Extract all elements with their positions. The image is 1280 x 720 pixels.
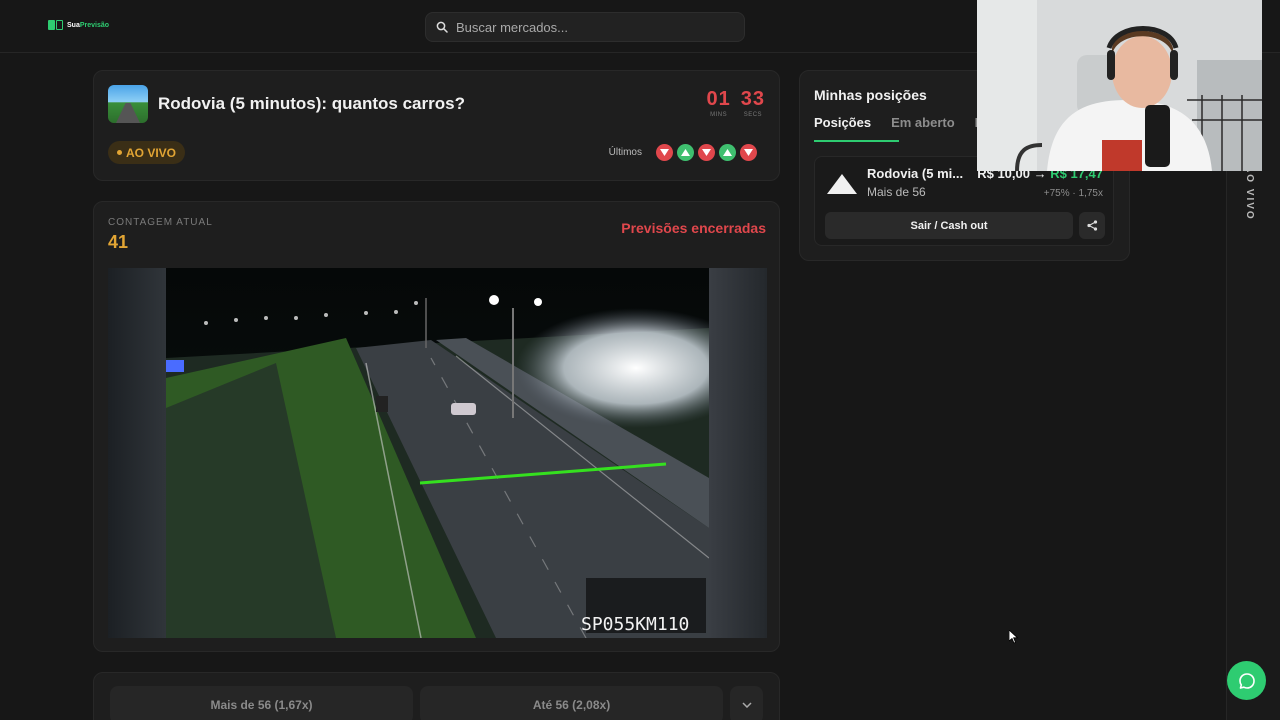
timer-minutes-label: MINS	[710, 112, 728, 118]
timer-minutes: 01	[706, 88, 731, 110]
bet-under-button[interactable]: Até 56 (2,08x)	[420, 686, 723, 720]
cash-out-button[interactable]: Sair / Cash out	[825, 212, 1073, 239]
mouse-cursor-icon	[1008, 629, 1019, 649]
live-label: AO VIVO	[126, 145, 177, 160]
timer-seconds: 33	[740, 88, 765, 110]
traffic-camera-feed[interactable]: SP055KM110	[108, 268, 767, 638]
tab-positions[interactable]: Posições	[814, 115, 900, 142]
market-thumbnail	[108, 85, 148, 123]
result-down-icon	[698, 144, 715, 161]
position-choice: Mais de 56	[867, 185, 926, 199]
camera-overlay-text: SP055KM110	[581, 614, 689, 635]
positions-title: Minhas posições	[814, 87, 927, 103]
logo-icon	[48, 20, 64, 30]
share-button[interactable]	[1079, 212, 1105, 239]
result-up-icon	[677, 144, 694, 161]
countdown-timer: 01 MINS 33 SECS	[707, 88, 766, 118]
bet-options-card: Mais de 56 (1,67x) Até 56 (2,08x)	[93, 672, 780, 720]
more-options-button[interactable]	[730, 686, 763, 720]
up-triangle-icon	[827, 174, 857, 194]
result-up-icon	[719, 144, 736, 161]
live-badge: AO VIVO	[108, 141, 186, 164]
count-value: 41	[108, 232, 129, 252]
tab-open[interactable]: Em aberto	[891, 115, 955, 142]
predictions-status: Previsões encerradas	[621, 220, 766, 236]
live-dot-icon	[117, 150, 122, 155]
timer-seconds-label: SECS	[743, 112, 763, 118]
result-down-icon	[740, 144, 757, 161]
search-icon	[436, 21, 448, 33]
live-count-card: CONTAGEM ATUAL 41 Previsões encerradas S…	[93, 201, 780, 652]
chevron-down-icon	[741, 702, 752, 708]
market-title: Rodovia (5 minutos): quantos carros?	[158, 94, 465, 113]
share-icon	[1086, 220, 1097, 231]
count-label: CONTAGEM ATUAL	[108, 217, 213, 228]
brand-prefix: Sua	[67, 21, 80, 29]
position-meta: +75% · 1,75x	[1043, 188, 1103, 199]
streamer-webcam	[977, 0, 1262, 171]
market-header-card: Rodovia (5 minutos): quantos carros? 01 …	[93, 70, 780, 181]
position-market: Rodovia (5 mi...	[867, 166, 964, 181]
chat-bubble-icon	[1238, 672, 1255, 689]
result-down-icon	[656, 144, 673, 161]
brand-accent: Previsão	[79, 21, 110, 29]
recent-results-label: Últimos	[608, 147, 642, 158]
camera-frame: SP055KM110	[166, 268, 709, 638]
rail-live-label: AO VIVO	[1244, 165, 1255, 221]
search-input[interactable]	[456, 19, 726, 35]
recent-results: Últimos	[609, 144, 757, 161]
chat-button[interactable]	[1227, 661, 1266, 700]
positions-tabs: Posições Em aberto E	[814, 115, 983, 142]
search-box[interactable]	[425, 12, 745, 42]
bet-over-button[interactable]: Mais de 56 (1,67x)	[110, 686, 413, 720]
brand-logo[interactable]: Sua Previsão	[48, 20, 109, 30]
